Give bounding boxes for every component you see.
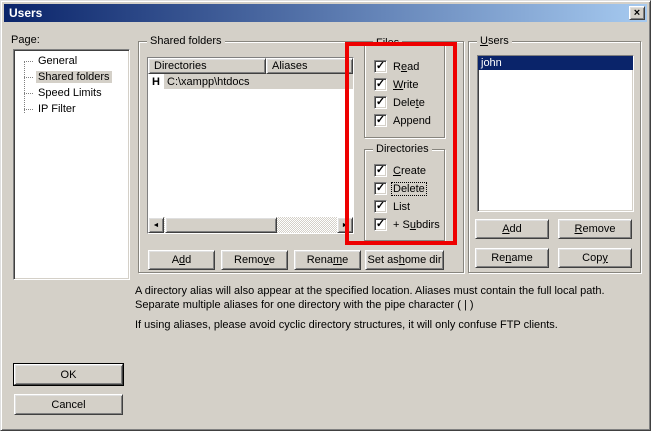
close-icon: × [634, 8, 640, 19]
scroll-left-button[interactable]: ◄ [148, 217, 164, 233]
users-listbox[interactable]: john [477, 55, 634, 212]
red-highlight-rectangle [345, 42, 457, 245]
directory-path: C:\xampp\htdocs [164, 74, 353, 89]
window-title: Users [9, 6, 42, 20]
page-item-shared-folders[interactable]: Shared folders [20, 69, 129, 85]
home-dir-marker: H [148, 76, 164, 88]
page-label: Page: [11, 34, 40, 46]
directories-listview[interactable]: Directories Aliases H C:\xampp\htdocs ◄ … [147, 57, 354, 234]
shared-folders-group-label: Shared folders [147, 35, 225, 47]
user-list-item[interactable]: john [478, 56, 633, 70]
page-listbox[interactable]: General Shared folders Speed Limits IP F… [13, 49, 130, 280]
user-add-button[interactable]: Add [475, 219, 549, 239]
close-button[interactable]: × [629, 6, 645, 20]
arrow-left-icon: ◄ [153, 222, 160, 229]
alias-note-1: A directory alias will also appear at th… [135, 284, 649, 312]
user-remove-button[interactable]: Remove [558, 219, 632, 239]
title-bar[interactable]: Users × [4, 4, 647, 22]
column-header-directories[interactable]: Directories [148, 58, 266, 74]
alias-help-text: A directory alias will also appear at th… [135, 284, 649, 338]
set-as-home-dir-button[interactable]: Set as home dir [365, 250, 444, 270]
page-item-ip-filter[interactable]: IP Filter [20, 101, 129, 117]
shared-add-button[interactable]: Add [148, 250, 215, 270]
horizontal-scrollbar[interactable]: ◄ ► [148, 217, 353, 233]
ok-button[interactable]: OK [14, 364, 123, 385]
cancel-button[interactable]: Cancel [14, 394, 123, 415]
page-item-speed-limits[interactable]: Speed Limits [20, 85, 129, 101]
listview-header: Directories Aliases [148, 58, 353, 74]
shared-remove-button[interactable]: Remove [221, 250, 288, 270]
user-copy-button[interactable]: Copy [558, 248, 632, 268]
page-item-general[interactable]: General [20, 53, 129, 69]
column-header-aliases[interactable]: Aliases [266, 58, 353, 74]
users-group: Users john Add Remove Rename Copy [468, 41, 641, 273]
users-dialog: Users × Page: General Shared folders Spe… [0, 0, 651, 431]
users-group-label: Users [477, 35, 512, 47]
scrollbar-thumb[interactable] [165, 217, 277, 233]
shared-rename-button[interactable]: Rename [294, 250, 361, 270]
tree-connector-line [24, 61, 25, 113]
directory-row[interactable]: H C:\xampp\htdocs [148, 74, 353, 89]
user-rename-button[interactable]: Rename [475, 248, 549, 268]
alias-note-2: If using aliases, please avoid cyclic di… [135, 318, 649, 332]
listview-body[interactable]: H C:\xampp\htdocs [148, 74, 353, 217]
